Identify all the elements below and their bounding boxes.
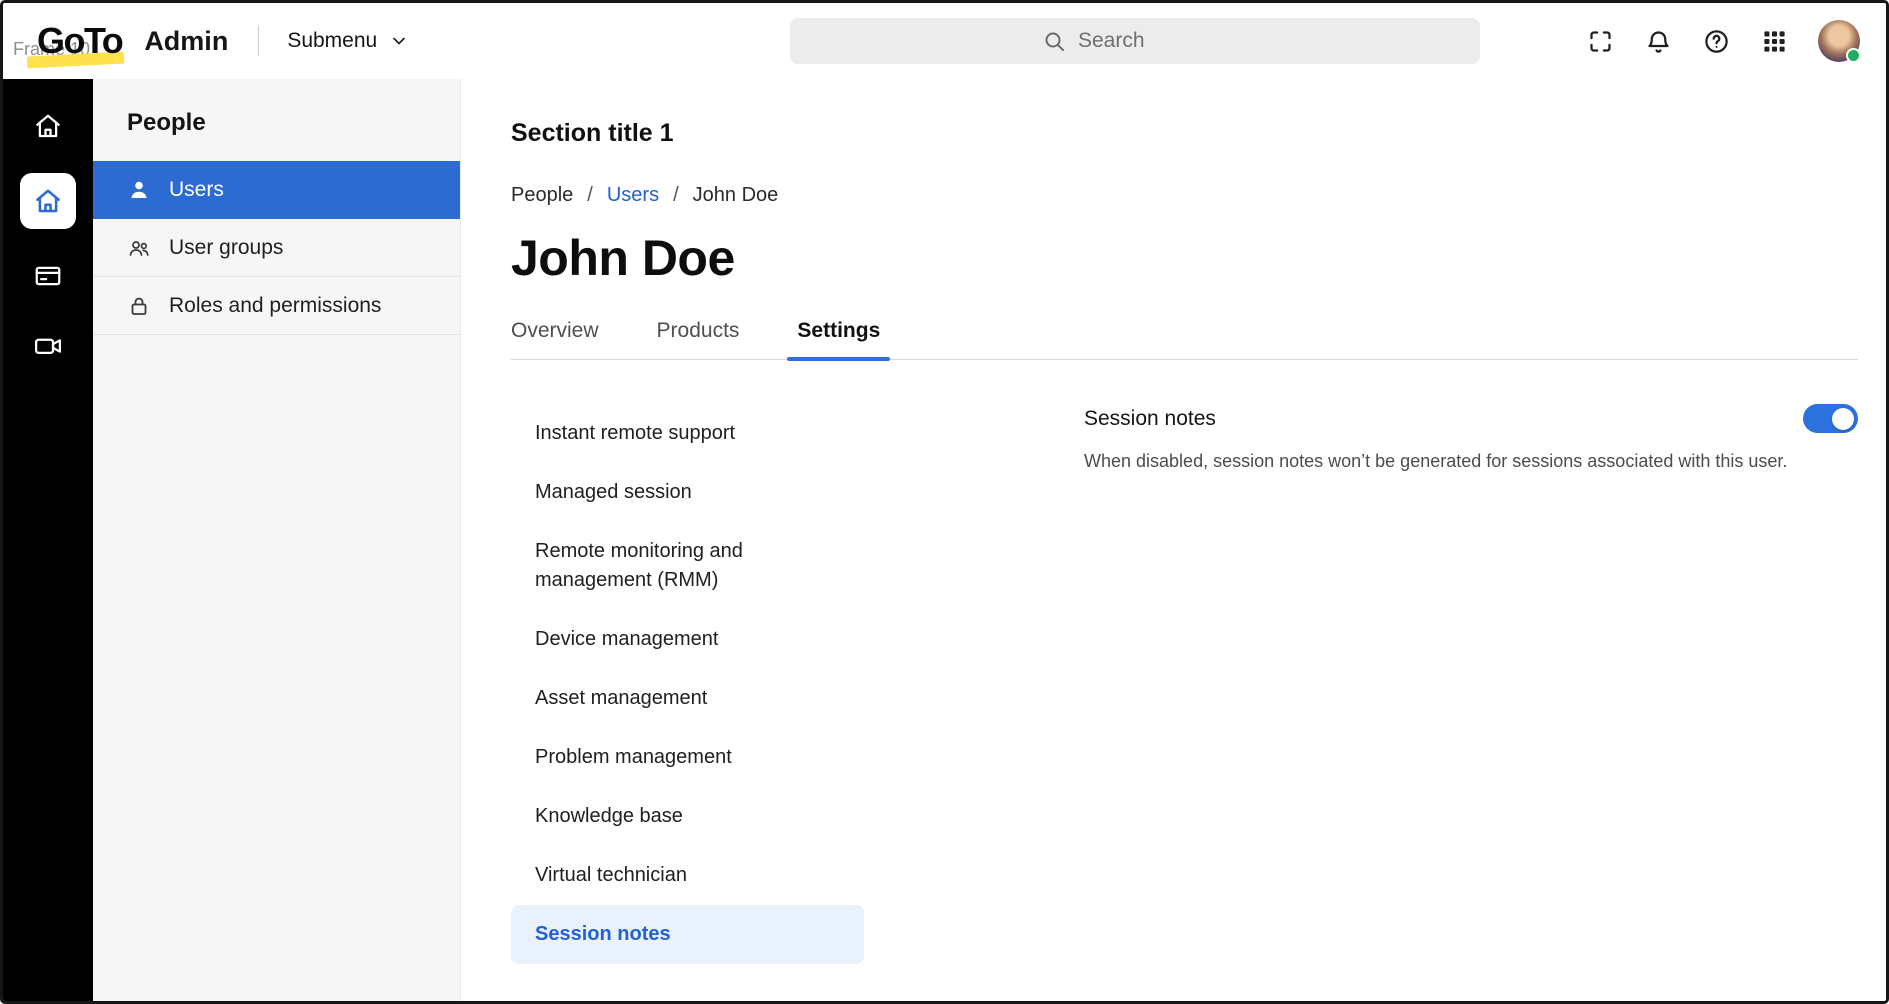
breadcrumb-users-link[interactable]: Users [607,184,659,207]
sidebar-item-user-groups[interactable]: User groups [93,219,460,277]
sidebar-item-label: Roles and permissions [169,294,381,318]
section-title: Section title 1 [511,119,1858,148]
session-notes-toggle[interactable] [1803,404,1858,433]
app-window: Frame 10 GoTo Admin Submenu [0,0,1889,1004]
goto-logo: GoTo [33,20,126,62]
setting-label: Session notes [1084,407,1216,431]
chevron-down-icon [389,31,409,51]
sidebar: People Users User groups Roles and permi… [93,79,461,1001]
settings-nav-item-device-management[interactable]: Device management [511,610,864,669]
tab-overview[interactable]: Overview [511,319,599,359]
rail-meetings-camera-icon[interactable] [20,323,76,369]
settings-nav-item-session-notes[interactable]: Session notes [511,905,864,964]
nav-rail [3,79,93,1001]
breadcrumb-separator: / [673,184,679,207]
tab-settings[interactable]: Settings [797,319,880,359]
sidebar-item-label: Users [169,178,224,202]
settings-nav-item-managed-session[interactable]: Managed session [511,463,864,522]
rail-home-active-icon[interactable] [20,173,76,229]
main-content: Section title 1 People / Users / John Do… [461,79,1886,1001]
status-online-dot [1846,48,1861,63]
sidebar-item-roles-permissions[interactable]: Roles and permissions [93,277,460,335]
settings-nav-item-problem-management[interactable]: Problem management [511,728,864,787]
settings-nav-item-asset-management[interactable]: Asset management [511,669,864,728]
fullscreen-icon[interactable] [1584,25,1616,57]
help-icon[interactable] [1700,25,1732,57]
rail-home-icon[interactable] [20,103,76,149]
tab-bar: Overview Products Settings [511,319,1858,360]
header-divider [258,26,259,56]
settings-nav-item-rmm[interactable]: Remote monitoring and management (RMM) [511,522,864,610]
session-notes-panel: Session notes When disabled, session not… [1084,404,1858,964]
settings-nav-item-knowledge-base[interactable]: Knowledge base [511,787,864,846]
app-name: Admin [144,26,228,57]
submenu-dropdown[interactable]: Submenu [287,29,409,53]
settings-nav: Instant remote support Managed session R… [511,404,864,964]
setting-description: When disabled, session notes won’t be ge… [1084,451,1858,472]
settings-content: Instant remote support Managed session R… [511,404,1858,964]
top-bar: Frame 10 GoTo Admin Submenu [3,3,1886,79]
avatar[interactable] [1818,20,1860,62]
toggle-knob [1832,408,1854,430]
tab-products[interactable]: Products [657,319,740,359]
breadcrumb: People / Users / John Doe [511,184,1858,207]
settings-nav-item-instant-remote-support[interactable]: Instant remote support [511,404,864,463]
session-notes-setting-row: Session notes [1084,404,1858,433]
apps-grid-icon[interactable] [1758,25,1790,57]
body-row: People Users User groups Roles and permi… [3,79,1886,1001]
page-title: John Doe [511,229,1858,287]
sidebar-item-label: User groups [169,236,283,260]
user-groups-icon [127,236,151,260]
brand: GoTo Admin [33,20,228,62]
search-input[interactable] [1078,29,1228,53]
sidebar-item-users[interactable]: Users [93,161,460,219]
settings-nav-item-virtual-technician[interactable]: Virtual technician [511,846,864,905]
search-bar[interactable] [790,18,1480,64]
breadcrumb-separator: / [587,184,593,207]
breadcrumb-people[interactable]: People [511,184,573,207]
user-icon [127,178,151,202]
search-icon [1042,29,1066,53]
lock-icon [127,294,151,318]
submenu-label: Submenu [287,29,377,53]
header-icons [1584,20,1860,62]
breadcrumb-john-doe: John Doe [693,184,779,207]
rail-billing-icon[interactable] [20,253,76,299]
notifications-bell-icon[interactable] [1642,25,1674,57]
sidebar-heading: People [93,79,460,161]
